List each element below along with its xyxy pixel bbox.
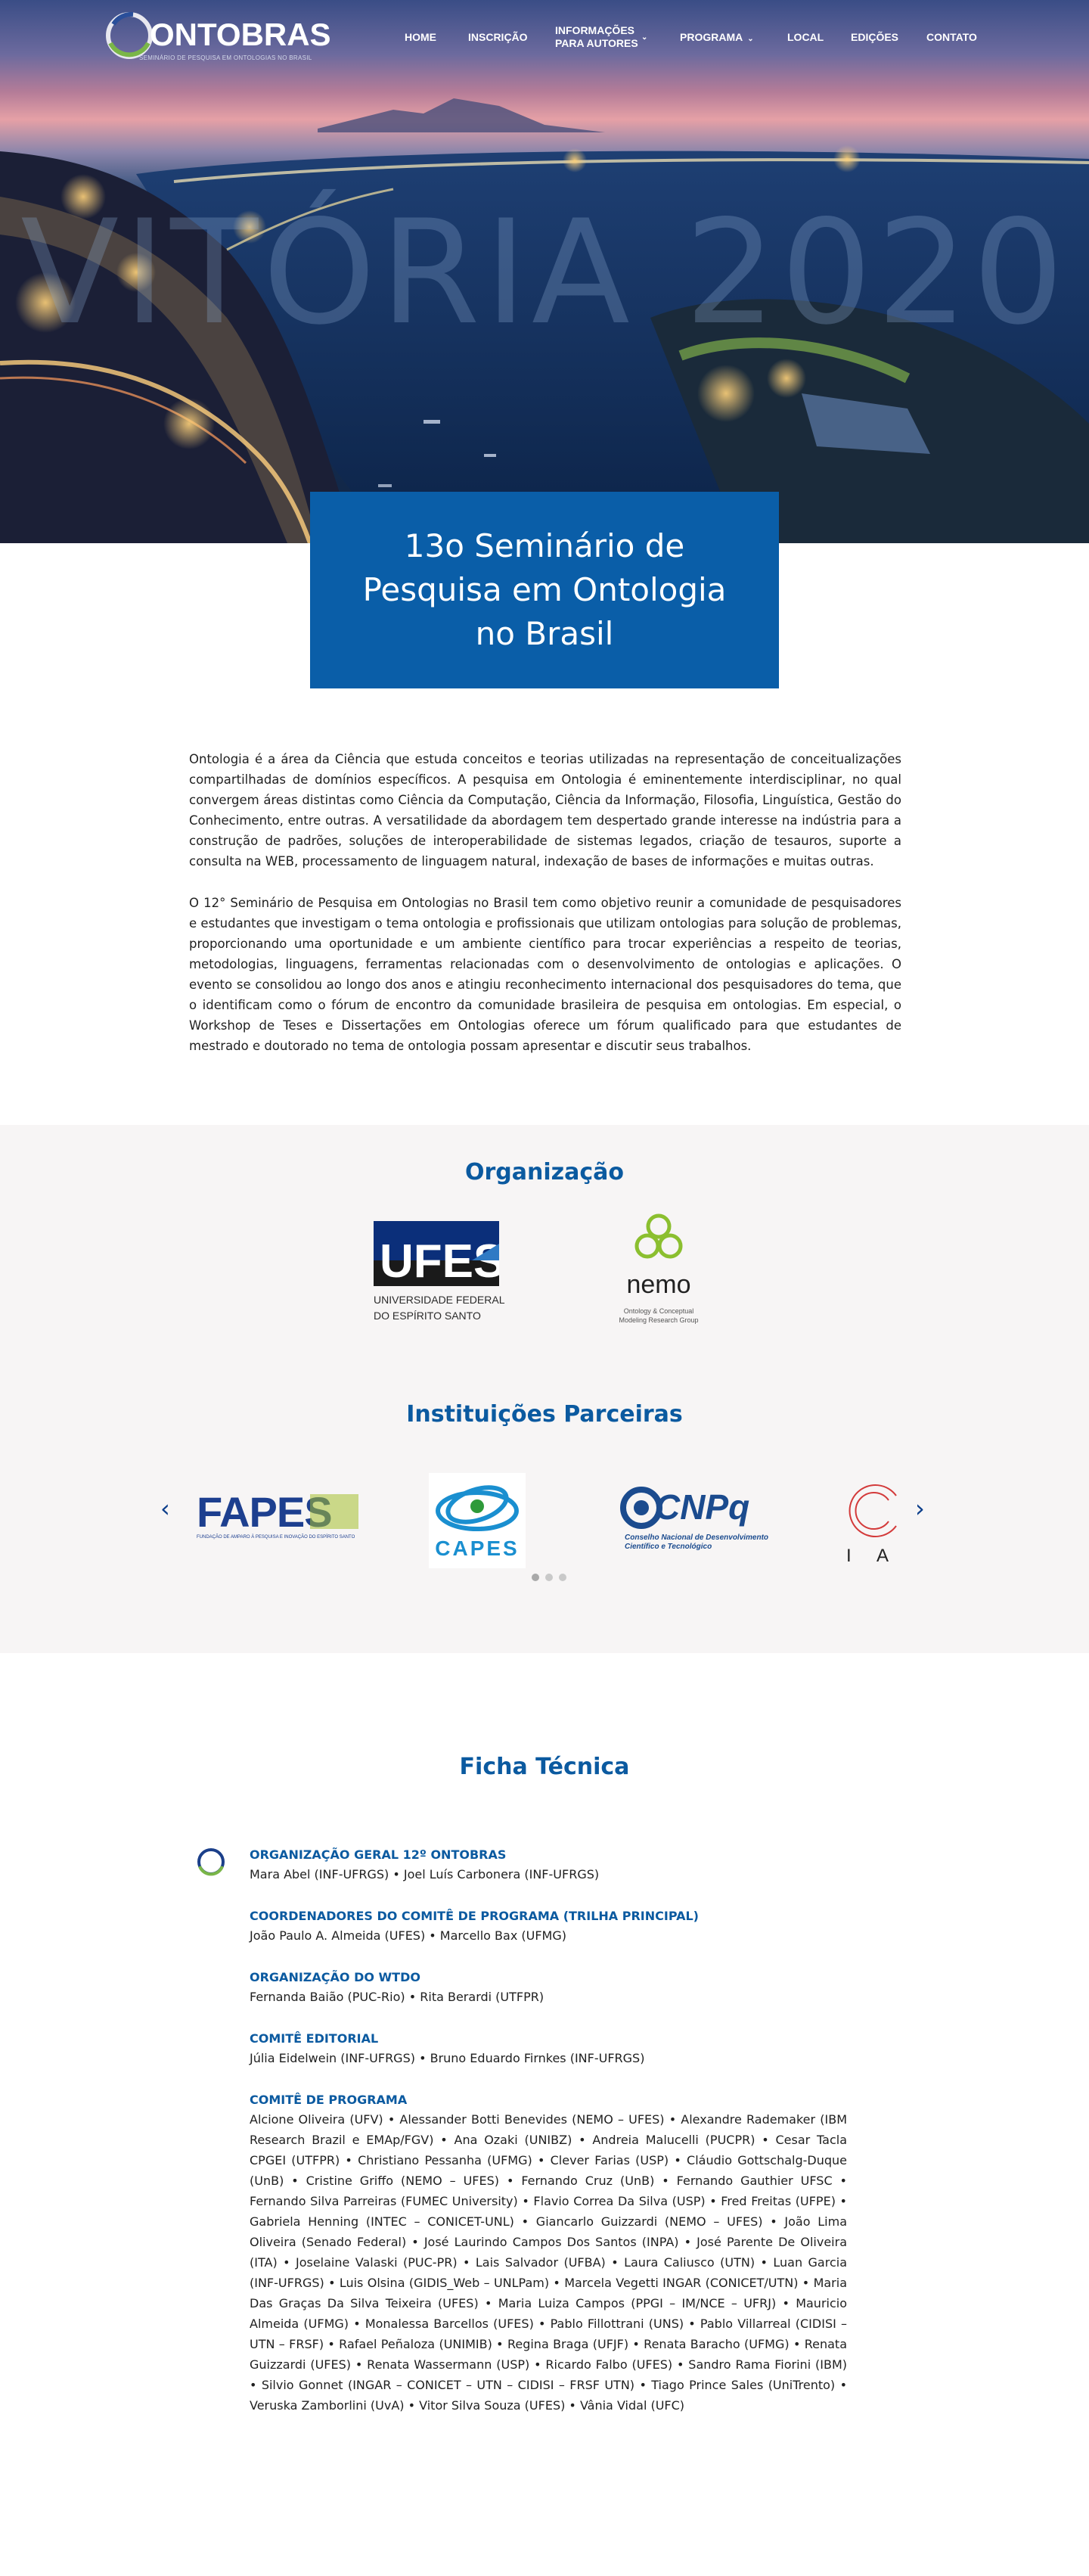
ficha-group-coordenadores: COORDENADORES DO COMITÊ DE PROGRAMA (TRI… [250,1907,847,1946]
chevron-left-icon[interactable]: ‹ [160,1494,170,1523]
fapes-logo-text: FAPES [197,1488,333,1536]
hero-banner: VITÓRIA 2020 ONTOBRAS SEMINÁRIO DE PESQU… [0,0,1089,543]
nav-informacoes-line2: PARA AUTORES [555,37,638,49]
nav-contato-label: CONTATO [926,31,977,43]
organizacao-section: Organização UFES UNIVERSIDADE FEDERAL DO… [0,1125,1089,1653]
ontobras-logo[interactable]: ONTOBRAS SEMINÁRIO DE PESQUISA EM ONTOLO… [103,9,331,64]
ufes-logo-text: UFES [380,1235,499,1286]
carousel-dot-3[interactable] [559,1574,566,1581]
top-navigation: ONTOBRAS SEMINÁRIO DE PESQUISA EM ONTOLO… [0,0,1089,76]
event-title-box: 13o Seminário de Pesquisa em Ontologia n… [310,492,779,688]
logo-tagline: SEMINÁRIO DE PESQUISA EM ONTOLOGIAS NO B… [139,54,312,61]
carousel-dots [526,1574,579,1584]
ficha-group-heading: COMITÊ EDITORIAL [250,2031,379,2046]
parceiras-title: Instituições Parceiras [406,1401,683,1428]
ufes-caption-line2: DO ESPÍRITO SANTO [374,1310,481,1322]
chevron-down-icon: ⌄ [747,35,754,43]
partner-partial[interactable]: I A [843,1481,904,1568]
ontobras-ring-icon [197,1848,225,1876]
nemo-subtitle-line1: Ontology & Conceptual [623,1307,694,1315]
partners-carousel: ‹ FAPES FUNDAÇÃO DE AMPARO À PESQUISA E … [159,1473,930,1602]
nav-programa[interactable]: PROGRAMA ⌄ [680,31,754,43]
ficha-group-heading: COMITÊ DE PROGRAMA [250,2093,408,2107]
ficha-group-members: Mara Abel (INF-UFRGS) • Joel Luís Carbon… [250,1867,600,1882]
nav-inscricao[interactable]: INSCRIÇÃO [468,31,528,43]
nav-local[interactable]: LOCAL [787,31,824,43]
nav-programa-label: PROGRAMA [680,31,743,43]
cnpq-subtitle: Conselho Nacional de Desenvolvimento Cie… [625,1533,768,1552]
intro-paragraph-1: Ontologia é a área da Ciência que estuda… [189,752,901,869]
cnpq-subtitle-line2: Científico e Tecnológico [625,1543,712,1551]
carousel-dot-2[interactable] [545,1574,553,1581]
partner-fapes[interactable]: FAPES FUNDAÇÃO DE AMPARO À PESQUISA E IN… [197,1490,359,1543]
ufes-caption-line1: UNIVERSIDADE FEDERAL [374,1294,505,1306]
partial-logo-text: I A [846,1546,900,1566]
partial-logo-emblem [849,1484,897,1537]
chevron-right-icon[interactable]: › [915,1494,925,1523]
ficha-group-heading: ORGANIZAÇÃO DO WTDO [250,1970,420,1984]
nemo-subtitle: Ontology & Conceptual Modeling Research … [610,1307,708,1325]
nav-informacoes-line1: INFORMAÇÕES [555,24,634,36]
fapes-subtitle: FUNDAÇÃO DE AMPARO À PESQUISA E INOVAÇÃO… [197,1535,355,1540]
nav-contato[interactable]: CONTATO [926,31,977,43]
capes-logo-text: CAPES [435,1537,520,1560]
nav-local-label: LOCAL [787,31,824,43]
logo-brand-text: ONTOBRAS [150,17,331,52]
nav-home-label: HOME [405,31,436,43]
partner-capes[interactable]: CAPES [429,1473,526,1568]
hero-watermark: VITÓRIA 2020 [20,189,1069,356]
nav-home[interactable]: HOME [405,31,436,43]
intro-section: Ontologia é a área da Ciência que estuda… [189,749,901,1077]
ficha-group-organizacao-geral: ORGANIZAÇÃO GERAL 12º ONTOBRAS Mara Abel… [250,1846,847,1885]
carousel-dot-1[interactable] [532,1574,539,1581]
ficha-tecnica-title: Ficha Técnica [459,1754,630,1780]
intro-paragraph-2: O 12° Seminário de Pesquisa em Ontologia… [189,896,901,1053]
ficha-group-members: Fernanda Baião (PUC-Rio) • Rita Berardi … [250,1990,544,2004]
ufes-caption: UNIVERSIDADE FEDERAL DO ESPÍRITO SANTO [374,1292,504,1324]
nemo-logo[interactable]: nemo Ontology & Conceptual Modeling Rese… [610,1210,708,1325]
event-title: 13o Seminário de Pesquisa em Ontologia n… [362,527,727,652]
ficha-group-wtdo: ORGANIZAÇÃO DO WTDO Fernanda Baião (PUC-… [250,1969,847,2007]
chevron-down-icon: ⌄ [641,33,648,42]
ficha-group-comite-programa: COMITÊ DE PROGRAMA Alcione Oliveira (UFV… [250,2091,847,2416]
ficha-group-heading: ORGANIZAÇÃO GERAL 12º ONTOBRAS [250,1847,507,1862]
ficha-group-members: João Paulo A. Almeida (UFES) • Marcello … [250,1928,566,1943]
ficha-group-members: Júlia Eidelwein (INF-UFRGS) • Bruno Edua… [250,2051,645,2065]
organizacao-title: Organização [465,1159,624,1185]
ficha-group-members: Alcione Oliveira (UFV) • Alessander Bott… [250,2112,847,2413]
ficha-group-heading: COORDENADORES DO COMITÊ DE PROGRAMA (TRI… [250,1909,699,1923]
partner-cnpq[interactable]: CNPq Conselho Nacional de Desenvolviment… [619,1485,785,1558]
nemo-wordmark: nemo [626,1270,691,1299]
ufes-emblem: UFES [374,1221,504,1288]
nav-edicoes[interactable]: EDIÇÕES [851,31,898,43]
nav-edicoes-label: EDIÇÕES [851,31,899,43]
nav-inscricao-label: INSCRIÇÃO [468,31,528,43]
nemo-circles-icon [634,1213,683,1259]
ufes-logo[interactable]: UFES UNIVERSIDADE FEDERAL DO ESPÍRITO SA… [374,1221,504,1327]
nav-informacoes-para-autores[interactable]: INFORMAÇÕES PARA AUTORES ⌄ [555,24,647,50]
nemo-subtitle-line2: Modeling Research Group [619,1316,699,1324]
cnpq-subtitle-line1: Conselho Nacional de Desenvolvimento [625,1533,769,1542]
cnpq-logo-text: CNPq [655,1487,750,1527]
ficha-group-comite-editorial: COMITÊ EDITORIAL Júlia Eidelwein (INF-UF… [250,2030,847,2068]
